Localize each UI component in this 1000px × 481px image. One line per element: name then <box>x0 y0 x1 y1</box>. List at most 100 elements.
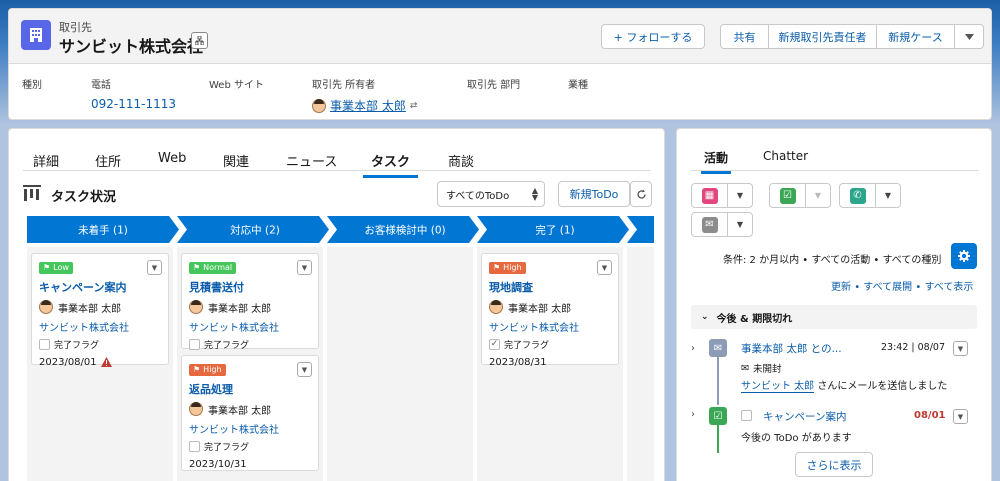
recipient-link[interactable]: サンビット 太郎 <box>741 381 815 393</box>
task-title[interactable]: キャンペーン案内 <box>39 279 161 295</box>
refresh-button[interactable] <box>630 181 652 207</box>
filter-value: すべてのToDo <box>446 190 510 202</box>
field-owner: 取引先 所有者 事業本部 太郎 ⇄ <box>312 76 417 114</box>
owner-value: 事業本部 太郎 ⇄ <box>312 97 417 114</box>
checkbox[interactable] <box>189 338 200 350</box>
email-icon: ✉ <box>701 216 718 233</box>
tab-address[interactable]: 住所 <box>95 147 121 170</box>
activity-links: 更新 • すべて展開 • すべて表示 <box>831 278 973 293</box>
tab-news[interactable]: ニュース <box>286 147 337 170</box>
task-title[interactable]: 現地調査 <box>489 279 611 295</box>
new-todo-button[interactable]: 新規ToDo <box>558 181 630 207</box>
stage-path: 未着手 (1) 対応中 (2) お客様検討中 (0) 完了 (1) <box>27 216 654 243</box>
priority-badge: ⚑ High <box>489 261 526 274</box>
new-task-button[interactable]: ☑ ▼ <box>769 183 831 208</box>
kanban-header: タスク状況 すべてのToDo ▲ ▼ 新規ToDo <box>23 181 652 209</box>
task-menu-button[interactable]: ▼ <box>597 260 612 275</box>
refresh-link[interactable]: 更新 <box>831 282 851 293</box>
task-card[interactable]: ⚑ High ▼ 返品処理 事業本部 太郎 サンビット株式会社 完了フラグ 202… <box>181 355 319 471</box>
avatar <box>39 300 53 314</box>
task-owner: 事業本部 太郎 <box>39 300 161 315</box>
follow-button[interactable]: + フォローする <box>601 24 705 49</box>
log-call-button[interactable]: ✆ ▼ <box>839 183 901 208</box>
tab-related[interactable]: 関連 <box>223 147 249 170</box>
checkbox[interactable] <box>39 338 50 350</box>
chevron-down-icon: ⌄ <box>701 312 709 322</box>
task-owner: 事業本部 太郎 <box>189 300 311 315</box>
record-tabs: 詳細 住所 Web 関連 ニュース タスク 商談 <box>23 143 651 178</box>
chevron-down-icon[interactable]: ▼ <box>728 213 752 236</box>
expand-all-link[interactable]: すべて展開 <box>863 282 912 293</box>
chevron-down-icon[interactable]: ▼ <box>728 184 752 207</box>
complete-flag[interactable]: ✓ 完了フラグ <box>489 338 611 351</box>
todo-filter-select[interactable]: すべてのToDo ▲ ▼ <box>437 181 545 207</box>
select-arrows-icon: ▲ ▼ <box>531 186 538 202</box>
task-menu-button[interactable]: ▼ <box>297 260 312 275</box>
refresh-icon <box>636 189 646 199</box>
task-menu-button[interactable]: ▼ <box>147 260 162 275</box>
change-owner-icon[interactable]: ⇄ <box>410 101 418 111</box>
new-case-button[interactable]: 新規ケース <box>877 25 955 48</box>
chevron-right-icon[interactable]: › <box>691 409 695 420</box>
task-title[interactable]: 見積書送付 <box>189 279 311 295</box>
phone-link[interactable]: 092-111-1113 <box>91 97 176 111</box>
tab-details[interactable]: 詳細 <box>33 147 59 170</box>
hierarchy-icon[interactable] <box>191 32 208 49</box>
task-card[interactable]: ⚑ Normal ▼ 見積書送付 事業本部 太郎 サンビット株式会社 完了フラグ <box>181 253 319 351</box>
task-title[interactable]: 返品処理 <box>189 381 311 397</box>
tab-opportunities[interactable]: 商談 <box>448 147 474 170</box>
upcoming-overdue-section[interactable]: ⌄ 今後 & 期限切れ <box>691 305 977 329</box>
filter-settings-button[interactable] <box>951 243 977 269</box>
show-more-button[interactable]: さらに表示 <box>795 452 873 477</box>
tab-web[interactable]: Web <box>158 147 186 166</box>
stage-label: 完了 (1) <box>535 224 574 237</box>
owner-link[interactable]: 事業本部 太郎 <box>330 97 406 114</box>
main-tab-panel: 詳細 住所 Web 関連 ニュース タスク 商談 タスク状況 すべてのToDo … <box>8 128 665 481</box>
task-menu-button[interactable]: ▼ <box>297 362 312 377</box>
email-icon: ✉ <box>709 339 727 357</box>
activity-menu-button[interactable]: ▼ <box>953 341 968 356</box>
kanban-title: タスク状況 <box>51 190 117 205</box>
activity-tabs: 活動 Chatter <box>691 143 979 174</box>
chevron-down-icon[interactable]: ▼ <box>876 184 900 207</box>
field-phone: 電話 092-111-1113 <box>91 76 176 111</box>
stage-next-partial <box>627 216 654 243</box>
checkbox[interactable] <box>189 440 200 452</box>
envelope-icon: ✉ <box>741 362 749 374</box>
field-website: Web サイト <box>209 76 264 91</box>
task-account-link[interactable]: サンビット株式会社 <box>489 319 611 334</box>
complete-flag[interactable]: 完了フラグ <box>189 338 311 351</box>
new-contact-button[interactable]: 新規取引先責任者 <box>769 25 877 48</box>
view-all-link[interactable]: すべて表示 <box>924 282 973 293</box>
activity-title-link[interactable]: 事業本部 太郎 との... <box>741 341 853 356</box>
email-button[interactable]: ✉ ▼ <box>691 212 753 237</box>
task-account-link[interactable]: サンビット株式会社 <box>39 319 161 334</box>
flag-icon: ⚑ <box>43 263 51 272</box>
flag-icon: ⚑ <box>193 365 201 374</box>
task-card[interactable]: ⚑ Low ▼ キャンペーン案内 事業本部 太郎 サンビット株式会社 完了フラグ … <box>31 253 169 368</box>
complete-flag[interactable]: 完了フラグ <box>39 338 161 351</box>
new-event-button[interactable]: ▦ ▼ <box>691 183 753 208</box>
record-header: 取引先 サンビット株式会社 + フォローする 共有 新規取引先責任者 新規ケース… <box>8 8 992 120</box>
task-account-link[interactable]: サンビット株式会社 <box>189 319 311 334</box>
activity-item-task: › ☑ キャンペーン案内 08/01 ▼ 今後の ToDo があります <box>691 407 979 453</box>
task-due-date: 2023/08/31 <box>489 356 547 368</box>
priority-badge: ⚑ Normal <box>189 261 237 274</box>
chevron-right-icon[interactable]: › <box>691 343 695 354</box>
due-date-overdue: 08/01 <box>914 410 946 421</box>
task-card[interactable]: ⚑ High ▼ 現地調査 事業本部 太郎 サンビット株式会社 ✓ 完了フラグ 20… <box>481 253 619 368</box>
record-header-top: 取引先 サンビット株式会社 + フォローする 共有 新規取引先責任者 新規ケース <box>9 9 991 64</box>
task-complete-checkbox[interactable] <box>741 410 752 421</box>
activity-menu-button[interactable]: ▼ <box>953 409 968 424</box>
tab-tasks[interactable]: タスク <box>363 147 418 178</box>
activity-title-link[interactable]: キャンペーン案内 <box>763 409 846 424</box>
tab-chatter[interactable]: Chatter <box>763 149 808 163</box>
complete-flag[interactable]: 完了フラグ <box>189 440 311 453</box>
task-account-link[interactable]: サンビット株式会社 <box>189 421 311 436</box>
tab-activity[interactable]: 活動 <box>701 149 731 174</box>
stage-label: お客様検討中 (0) <box>364 224 445 237</box>
more-actions-dropdown[interactable] <box>955 25 983 48</box>
kanban-column: ⚑ Normal ▼ 見積書送付 事業本部 太郎 サンビット株式会社 完了フラグ … <box>177 247 323 481</box>
share-button[interactable]: 共有 <box>721 25 769 48</box>
checkbox-checked[interactable]: ✓ <box>489 338 500 350</box>
